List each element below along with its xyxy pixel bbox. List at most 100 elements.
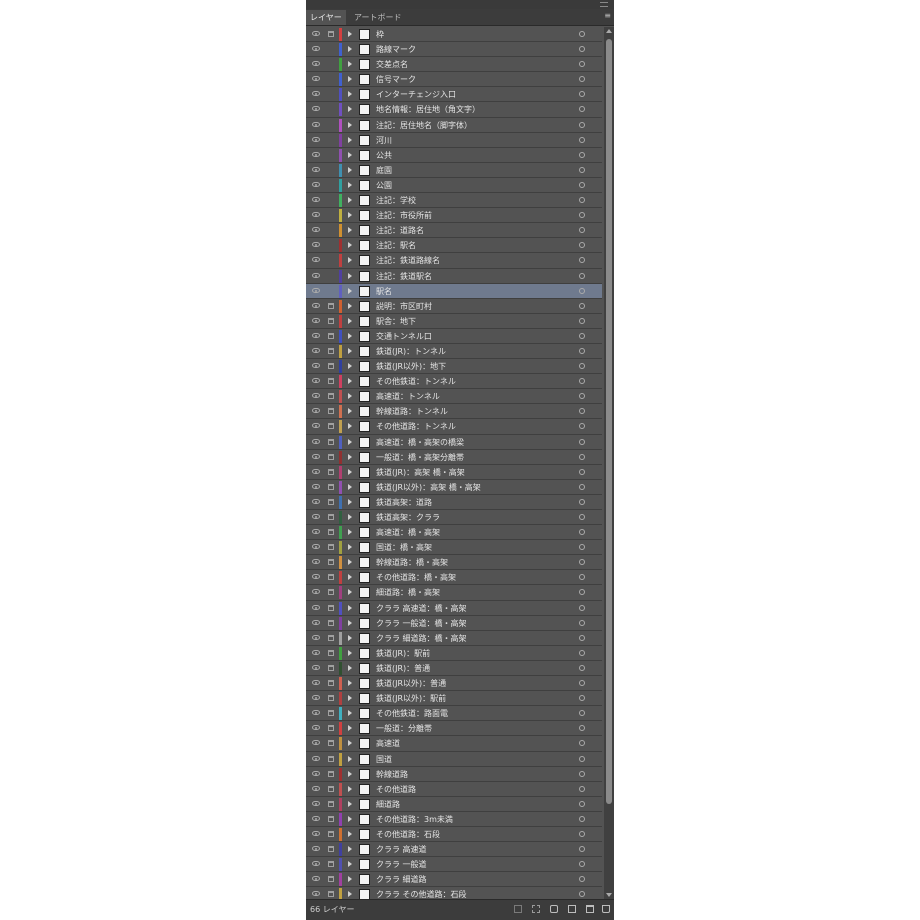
layer-row[interactable]: 細道路	[306, 796, 602, 812]
layer-name[interactable]: 駅名	[376, 285, 556, 298]
panel-title-bar[interactable]	[306, 0, 614, 9]
layer-row[interactable]: 細道路：橋・高架	[306, 585, 602, 601]
visibility-eye-icon[interactable]	[312, 302, 320, 308]
expand-triangle-icon[interactable]	[348, 846, 352, 853]
visibility-eye-icon[interactable]	[312, 740, 320, 746]
layer-name[interactable]: 鉄道(JR以外)：普通	[376, 677, 556, 690]
expand-triangle-icon[interactable]	[348, 317, 352, 324]
lock-icon[interactable]	[328, 197, 334, 203]
visibility-eye-icon[interactable]	[312, 634, 320, 640]
visibility-eye-icon[interactable]	[312, 61, 320, 67]
target-circle-icon[interactable]	[579, 46, 585, 53]
expand-triangle-icon[interactable]	[348, 242, 352, 249]
target-circle-icon[interactable]	[579, 468, 585, 475]
lock-icon[interactable]	[328, 830, 334, 837]
lock-icon[interactable]	[328, 61, 334, 67]
visibility-eye-icon[interactable]	[312, 664, 320, 670]
expand-triangle-icon[interactable]	[348, 725, 352, 732]
target-circle-icon[interactable]	[579, 31, 585, 37]
layer-name[interactable]: 鉄道高架：道路	[376, 496, 556, 509]
expand-triangle-icon[interactable]	[348, 483, 352, 490]
collect-export-icon[interactable]	[514, 905, 522, 913]
target-circle-icon[interactable]	[579, 151, 585, 158]
visibility-eye-icon[interactable]	[312, 393, 320, 399]
layer-name[interactable]: 注記：鉄道路線名	[376, 254, 556, 267]
target-circle-icon[interactable]	[579, 197, 585, 204]
layer-row[interactable]: 路線マーク	[306, 42, 602, 58]
scroll-thumb[interactable]	[606, 39, 612, 804]
expand-triangle-icon[interactable]	[348, 664, 352, 671]
target-circle-icon[interactable]	[579, 378, 585, 385]
visibility-eye-icon[interactable]	[312, 46, 320, 52]
expand-triangle-icon[interactable]	[348, 785, 352, 792]
lock-icon[interactable]	[328, 876, 334, 883]
visibility-eye-icon[interactable]	[312, 31, 320, 36]
layer-row[interactable]: 国道	[306, 751, 602, 767]
visibility-eye-icon[interactable]	[312, 710, 320, 716]
target-circle-icon[interactable]	[579, 891, 585, 898]
visibility-eye-icon[interactable]	[312, 227, 320, 233]
lock-icon[interactable]	[328, 740, 334, 747]
expand-triangle-icon[interactable]	[348, 121, 352, 128]
lock-icon[interactable]	[328, 438, 334, 445]
target-circle-icon[interactable]	[579, 815, 585, 822]
visibility-eye-icon[interactable]	[312, 604, 320, 610]
lock-icon[interactable]	[328, 152, 334, 158]
target-circle-icon[interactable]	[579, 770, 585, 777]
lock-icon[interactable]	[328, 680, 334, 687]
visibility-eye-icon[interactable]	[312, 619, 320, 625]
clipping-mask-icon[interactable]	[550, 905, 558, 913]
target-circle-icon[interactable]	[579, 664, 585, 671]
visibility-eye-icon[interactable]	[312, 815, 320, 821]
target-circle-icon[interactable]	[579, 725, 585, 732]
expand-triangle-icon[interactable]	[348, 181, 352, 188]
layer-row[interactable]: 鉄道高架：道路	[306, 494, 602, 510]
visibility-eye-icon[interactable]	[312, 514, 320, 519]
layer-name[interactable]: 鉄道(JR)：トンネル	[376, 345, 556, 358]
layer-row[interactable]: 幹線道路	[306, 766, 602, 782]
lock-icon[interactable]	[328, 242, 334, 248]
lock-icon[interactable]	[328, 182, 334, 188]
lock-icon[interactable]	[328, 514, 334, 520]
expand-triangle-icon[interactable]	[348, 770, 352, 777]
layer-row[interactable]: 説明：市区町村	[306, 298, 602, 314]
layer-row[interactable]: 高速道：トンネル	[306, 389, 602, 405]
expand-triangle-icon[interactable]	[348, 91, 352, 98]
expand-triangle-icon[interactable]	[348, 408, 352, 415]
layer-row[interactable]: その他道路：3m未満	[306, 811, 602, 827]
target-circle-icon[interactable]	[579, 649, 585, 656]
lock-icon[interactable]	[328, 106, 334, 112]
visibility-eye-icon[interactable]	[312, 876, 320, 882]
layer-name[interactable]: 鉄道(JR以外)：駅前	[376, 692, 556, 705]
layer-row[interactable]: 交差点名	[306, 57, 602, 73]
layer-name[interactable]: その他道路：トンネル	[376, 420, 556, 433]
expand-triangle-icon[interactable]	[348, 31, 352, 37]
target-circle-icon[interactable]	[579, 393, 585, 400]
layer-name[interactable]: 庭園	[376, 164, 556, 177]
target-circle-icon[interactable]	[579, 166, 585, 173]
layer-row[interactable]: 公共	[306, 147, 602, 163]
lock-icon[interactable]	[328, 423, 334, 430]
new-sublayer-icon[interactable]	[568, 905, 576, 913]
layer-name[interactable]: クララ 一般道	[376, 858, 556, 871]
layer-name[interactable]: クララ 高速道	[376, 843, 556, 856]
target-circle-icon[interactable]	[579, 695, 585, 702]
expand-triangle-icon[interactable]	[348, 529, 352, 536]
lock-icon[interactable]	[328, 227, 334, 233]
layer-row[interactable]: 駅舎：地下	[306, 313, 602, 329]
layer-name[interactable]: 地名情報：居住地（角文字）	[376, 103, 556, 116]
lock-icon[interactable]	[328, 664, 334, 671]
layer-row[interactable]: 注記：鉄道路線名	[306, 253, 602, 269]
layer-row[interactable]: 公園	[306, 177, 602, 194]
lock-icon[interactable]	[328, 408, 334, 415]
layer-name[interactable]: 路線マーク	[376, 43, 556, 56]
lock-icon[interactable]	[328, 544, 334, 551]
lock-icon[interactable]	[328, 212, 334, 218]
layer-name[interactable]: 鉄道(JR以外)：地下	[376, 360, 556, 373]
layer-name[interactable]: 幹線道路：トンネル	[376, 405, 556, 418]
expand-triangle-icon[interactable]	[348, 61, 352, 68]
expand-triangle-icon[interactable]	[348, 363, 352, 370]
layer-row[interactable]: 高速道	[306, 736, 602, 752]
layer-row[interactable]: 注記：市役所前	[306, 208, 602, 224]
layer-name[interactable]: 注記：道路名	[376, 224, 556, 237]
